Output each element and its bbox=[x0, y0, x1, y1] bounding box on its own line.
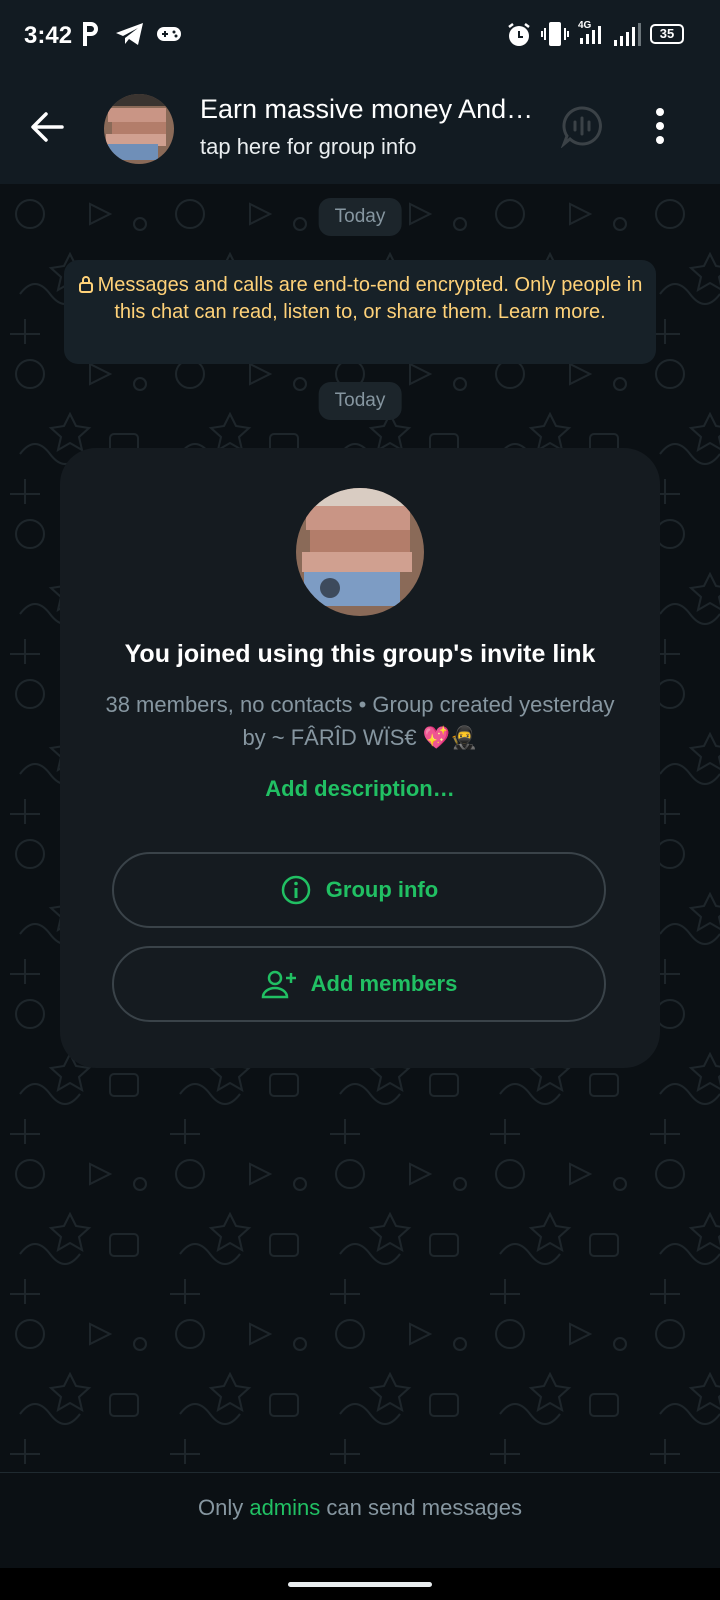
parking-app-icon bbox=[83, 22, 98, 46]
add-description-link[interactable]: Add description… bbox=[60, 776, 660, 802]
home-gesture-handle[interactable] bbox=[288, 1582, 432, 1587]
voice-chat-icon[interactable] bbox=[560, 104, 604, 148]
add-members-button[interactable]: Add members bbox=[112, 946, 606, 1022]
encryption-notice[interactable]: Messages and calls are end-to-end encryp… bbox=[64, 260, 656, 364]
gamepad-icon bbox=[157, 27, 181, 41]
footer-prefix: Only bbox=[197, 1495, 250, 1520]
lock-icon bbox=[78, 276, 93, 293]
battery-icon: 35 bbox=[650, 24, 684, 44]
signal-icon bbox=[614, 23, 641, 46]
group-avatar[interactable] bbox=[104, 94, 174, 164]
admins-only-footer: Only admins can send messages bbox=[0, 1472, 720, 1569]
group-info-button[interactable]: Group info bbox=[112, 852, 606, 928]
encryption-text: Messages and calls are end-to-end encryp… bbox=[97, 274, 643, 323]
info-icon bbox=[281, 875, 311, 905]
group-subtitle[interactable]: tap here for group info bbox=[200, 134, 416, 160]
more-options-icon[interactable] bbox=[652, 106, 668, 146]
date-separator: Today bbox=[318, 198, 402, 236]
chat-area[interactable]: Today Messages and calls are end-to-end … bbox=[0, 184, 720, 1472]
gesture-navigation-bar bbox=[0, 1568, 720, 1600]
group-intro-card: You joined using this group's invite lin… bbox=[60, 448, 660, 1068]
admins-link[interactable]: admins bbox=[249, 1495, 320, 1520]
add-person-icon bbox=[261, 970, 296, 999]
telegram-icon bbox=[116, 23, 143, 45]
group-meta: 38 members, no contacts • Group created … bbox=[105, 692, 615, 750]
back-arrow-icon[interactable] bbox=[28, 108, 66, 146]
battery-level: 35 bbox=[659, 26, 675, 41]
signal-4g-icon: 4G bbox=[578, 20, 601, 44]
group-info-label: Group info bbox=[325, 877, 439, 902]
network-label: 4G bbox=[578, 20, 592, 31]
joined-message: You joined using this group's invite lin… bbox=[124, 640, 596, 668]
group-avatar-large[interactable] bbox=[296, 488, 424, 616]
alarm-icon bbox=[508, 23, 530, 46]
status-bar: 3:42 4G 35 bbox=[0, 0, 720, 72]
footer-suffix: can send messages bbox=[320, 1495, 523, 1520]
vibrate-icon bbox=[541, 22, 569, 46]
date-separator: Today bbox=[318, 382, 402, 420]
status-time: 3:42 bbox=[24, 22, 73, 49]
group-title[interactable]: Earn massive money And… bbox=[200, 94, 560, 125]
chat-header[interactable]: Earn massive money And… tap here for gro… bbox=[0, 72, 720, 185]
add-members-label: Add members bbox=[310, 971, 458, 996]
